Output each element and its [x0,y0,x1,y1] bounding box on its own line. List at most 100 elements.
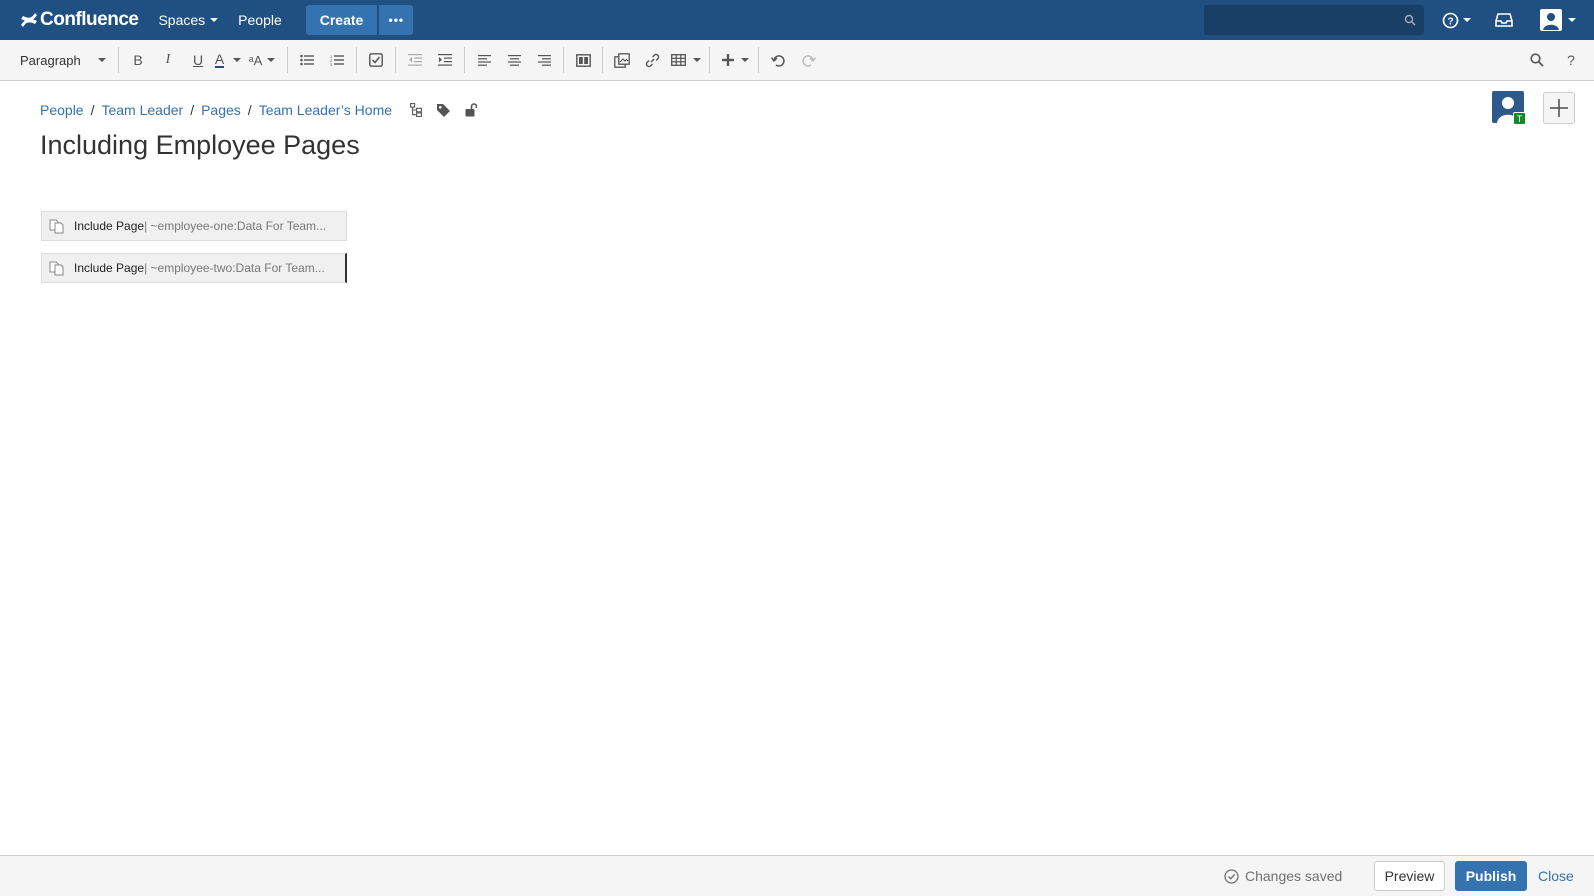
chevron-down-icon [1568,18,1576,22]
include-page-macro[interactable]: Include Page | ~employee-two:Data For Te… [41,253,347,283]
invite-collaborator-button[interactable] [1543,92,1575,124]
editor-help-button[interactable]: ? [1556,45,1586,75]
editor-footer: Changes saved Preview Publish Close [0,855,1594,896]
link-icon [645,53,659,67]
toolbar-divider [395,47,396,73]
task-list-button[interactable] [361,45,391,75]
save-status-text: Changes saved [1245,868,1343,884]
layout-icon [575,53,591,67]
bullet-list-button[interactable] [292,45,322,75]
collaborator-avatar[interactable]: T [1492,91,1526,125]
breadcrumb-pages[interactable]: Pages [201,102,241,118]
page-tree-icon [410,103,422,117]
align-right-button[interactable] [529,45,559,75]
more-create-button[interactable]: ••• [379,5,414,35]
search-input[interactable] [1204,5,1424,35]
svg-text:3: 3 [330,62,333,66]
redo-icon [801,54,816,67]
people-link[interactable]: People [238,12,282,28]
macro-parameters: | ~employee-one:Data For Team... [144,219,327,233]
spaces-menu[interactable]: Spaces [158,12,219,28]
insert-link-button[interactable] [637,45,667,75]
undo-icon [770,54,785,67]
help-menu[interactable]: ? [1442,0,1471,40]
italic-icon: I [165,52,171,67]
search-icon [1404,14,1416,26]
macro-name: Include Page [74,261,145,275]
align-left-button[interactable] [469,45,499,75]
toolbar-divider [709,47,710,73]
save-status: Changes saved [1224,868,1342,884]
chevron-down-icon [98,58,106,62]
page-location-button[interactable] [410,103,422,117]
search-icon [1530,53,1544,67]
user-menu[interactable] [1540,0,1576,40]
unlock-icon [465,103,478,117]
align-left-icon [477,54,491,66]
breadcrumb-team-leader[interactable]: Team Leader [101,102,183,118]
checkbox-icon [369,53,383,67]
include-page-macro[interactable]: Include Page | ~employee-one:Data For Te… [41,211,347,241]
confluence-logo-icon [21,13,37,27]
redo-button[interactable] [793,45,823,75]
numbered-list-button[interactable]: 1 2 3 [322,45,352,75]
toolbar-divider [118,47,119,73]
publish-button[interactable]: Publish [1455,861,1527,891]
create-button[interactable]: Create [305,5,378,35]
page-title-input[interactable]: Including Employee Pages [40,130,360,161]
bold-icon: B [133,52,143,68]
spaces-label: Spaces [158,12,206,28]
underline-button[interactable]: U [183,45,213,75]
confluence-logo[interactable]: Confluence [20,9,139,31]
breadcrumb-separator: / [247,102,252,118]
user-icon [1540,9,1562,31]
image-icon [614,52,630,68]
outdent-icon [408,54,422,66]
formatting-icon: ᵃA [248,52,263,68]
undo-button[interactable] [763,45,793,75]
find-replace-button[interactable] [1522,45,1552,75]
align-center-icon [507,54,521,66]
plus-icon [721,54,734,66]
bullet-list-icon [300,54,314,66]
close-button[interactable]: Close [1538,868,1574,884]
indent-button[interactable] [430,45,460,75]
insert-more-button[interactable] [720,45,750,75]
page-layout-button[interactable] [568,45,598,75]
text-color-icon: A [214,51,225,68]
chevron-down-icon [740,58,749,62]
outdent-button[interactable] [400,45,430,75]
page-icon [49,219,64,233]
toolbar-divider [464,47,465,73]
logo-text: Confluence [40,9,139,30]
preview-button[interactable]: Preview [1374,861,1445,891]
more-formatting-button[interactable]: ᵃA [247,45,277,75]
breadcrumb-separator: / [90,102,95,118]
labels-button[interactable] [436,103,451,118]
align-center-button[interactable] [499,45,529,75]
italic-button[interactable]: I [153,45,183,75]
macro-name: Include Page [74,219,145,233]
chevron-down-icon [233,58,242,62]
breadcrumb-people[interactable]: People [40,102,84,118]
insert-table-button[interactable] [671,45,701,75]
top-navigation: Confluence Spaces People Create ••• ? [0,0,1594,40]
chevron-down-icon [693,58,701,62]
breadcrumb-team-leaders-home[interactable]: Team Leader’s Home [259,102,392,118]
toolbar-divider [602,47,603,73]
check-circle-icon [1224,868,1239,884]
page-meta-icons [410,103,491,118]
toolbar-divider [563,47,564,73]
help-icon: ? [1567,52,1575,68]
notifications-button[interactable] [1495,0,1513,40]
editor-toolbar: Paragraph B I U A ᵃA 1 2 3 ? [0,40,1594,81]
restrictions-button[interactable] [465,103,478,117]
text-color-button[interactable]: A [213,45,243,75]
bold-button[interactable]: B [123,45,153,75]
macro-parameters: | ~employee-two:Data For Team... [144,261,325,275]
more-icon: ••• [388,13,405,27]
insert-image-button[interactable] [607,45,637,75]
paragraph-label: Paragraph [20,52,81,68]
paragraph-style-select[interactable]: Paragraph [12,45,114,75]
toolbar-divider [287,47,288,73]
